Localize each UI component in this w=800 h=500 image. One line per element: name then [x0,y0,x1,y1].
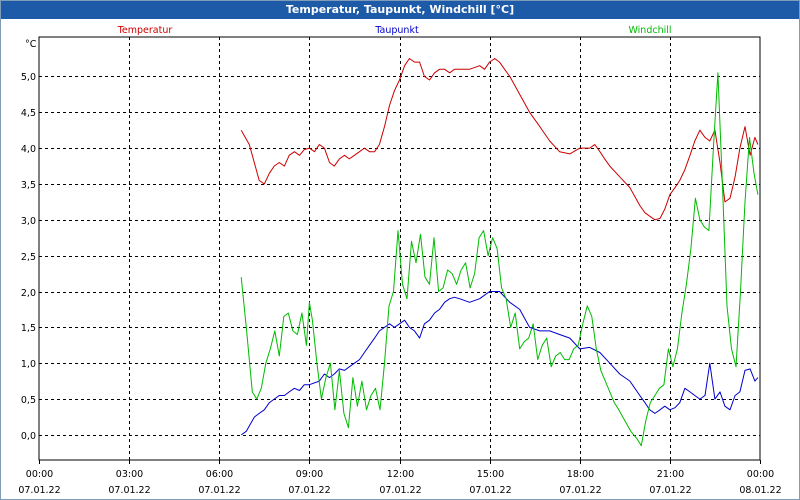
y-tick-label: 5,0 [21,72,36,83]
y-tick-label: 1,5 [21,323,36,334]
y-axis-unit-label: °C [25,39,37,50]
x-tick-label-date: 07.01.22 [198,485,240,496]
legend-taupunkt: Taupunkt [374,25,419,36]
y-tick-label: 0,0 [21,431,36,442]
x-tick-label-time: 18:00 [567,469,594,480]
x-tick-label-time: 03:00 [116,469,143,480]
x-tick-label-date: 07.01.22 [559,485,601,496]
x-tick-label-date: 07.01.22 [18,485,60,496]
legend-windchill: Windchill [628,25,671,36]
y-tick-label: 4,0 [21,144,36,155]
x-tick-label-date: 07.01.22 [288,485,330,496]
x-tick-label-date: 07.01.22 [108,485,150,496]
y-tick-label: 2,5 [21,252,36,263]
x-tick-label-date: 07.01.22 [379,485,421,496]
x-tick-label-time: 21:00 [657,469,684,480]
y-tick-label: 4,5 [21,108,36,119]
x-tick-label-time: 00:00 [747,469,774,480]
x-tick-label-time: 15:00 [477,469,504,480]
x-tick-label-time: 06:00 [206,469,233,480]
chart-plot: 00:00 07.01.22 03:00 07.01.22 06:00 07.01.22 0… [18,25,781,496]
y-tick-label: 3,0 [21,216,36,227]
x-tick-label-date: 08.01.22 [739,485,781,496]
legend-temperatur: Temperatur [117,25,173,36]
x-tick-label-date: 07.01.22 [469,485,511,496]
y-tick-label: 1,0 [21,359,36,370]
y-tick-label: 0,5 [21,395,36,406]
y-tick-label: 2,0 [21,288,36,299]
y-tick-label: 3,5 [21,180,36,191]
x-tick-label-time: 00:00 [26,469,53,480]
x-tick-label-time: 09:00 [296,469,323,480]
x-tick-label-date: 07.01.22 [649,485,691,496]
x-tick-label-time: 12:00 [387,469,414,480]
